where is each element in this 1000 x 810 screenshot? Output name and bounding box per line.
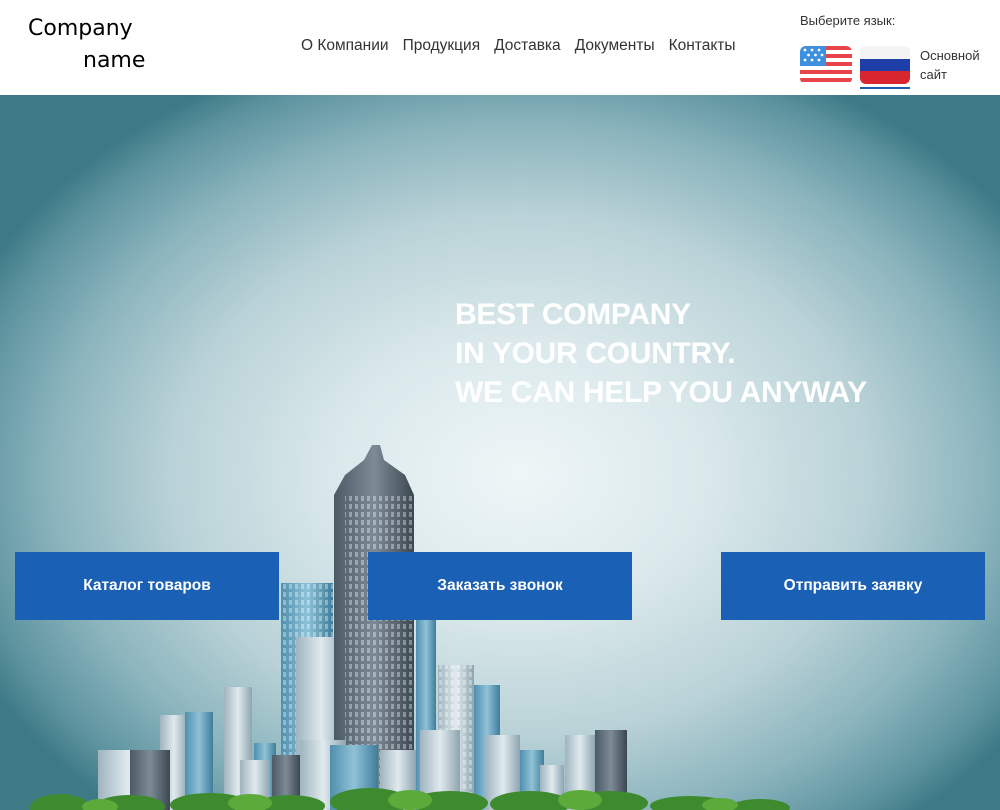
company-logo[interactable]: Company name	[28, 13, 158, 77]
site-header: Company name О Компании Продукция Достав…	[0, 0, 1000, 95]
catalog-button[interactable]: Каталог товаров	[15, 552, 279, 620]
headline-line-2: IN YOUR COUNTRY.	[455, 337, 736, 370]
headline-line-1: BEST COMPANY	[455, 298, 691, 331]
send-request-button[interactable]: Отправить заявку	[721, 552, 985, 620]
logo-line-2: name	[83, 48, 146, 73]
nav-item-delivery[interactable]: Доставка	[494, 37, 561, 55]
main-nav: О Компании Продукция Доставка Документы …	[301, 37, 736, 55]
hero-section: BEST COMPANY IN YOUR COUNTRY. WE CAN HEL…	[0, 95, 1000, 810]
nav-item-products[interactable]: Продукция	[403, 37, 481, 55]
russia-flag-icon[interactable]	[860, 46, 910, 84]
us-flag-icon[interactable]	[800, 46, 852, 84]
request-call-button[interactable]: Заказать звонок	[368, 552, 632, 620]
language-label: Выберите язык:	[800, 13, 896, 28]
nav-item-about[interactable]: О Компании	[301, 37, 389, 55]
logo-line-1: Company	[28, 16, 133, 41]
city-skyline-illustration	[30, 445, 790, 810]
nav-item-contacts[interactable]: Контакты	[669, 37, 736, 55]
headline-line-3: WE CAN HELP YOU ANYWAY	[455, 376, 867, 409]
main-site-link[interactable]: Основной сайт	[920, 46, 992, 84]
hero-headline: BEST COMPANY IN YOUR COUNTRY. WE CAN HEL…	[455, 295, 867, 412]
active-language-indicator	[860, 87, 910, 89]
nav-item-documents[interactable]: Документы	[575, 37, 655, 55]
